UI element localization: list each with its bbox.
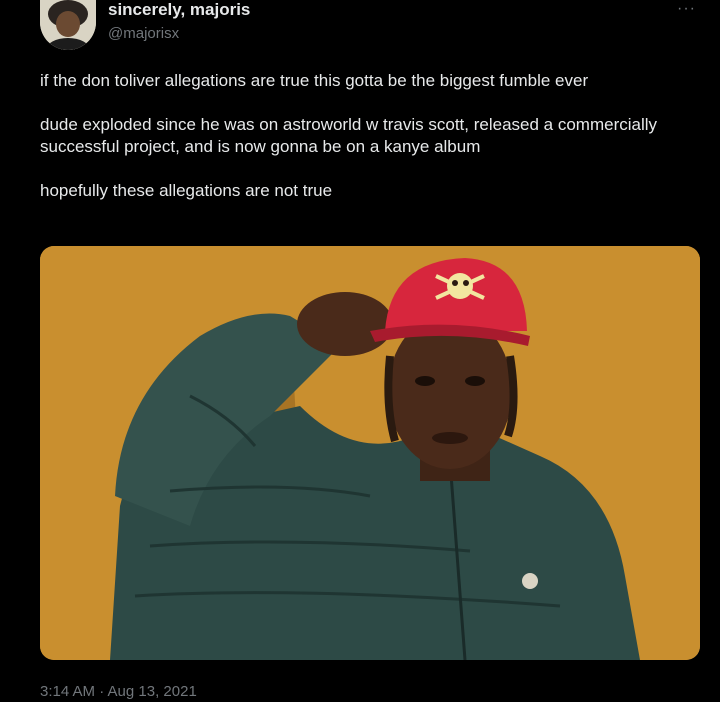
tweet-timestamp[interactable]: 3:14 AM · Aug 13, 2021 (40, 683, 197, 700)
author-handle[interactable]: @majorisx (108, 25, 179, 42)
author-display-name[interactable]: sincerely, majoris (108, 0, 250, 20)
photo-person-red-cap (40, 246, 700, 660)
cartoon-avatar-icon (40, 0, 96, 50)
avatar[interactable] (40, 0, 96, 50)
tweet-paragraph: dude exploded since he was on astroworld… (40, 115, 658, 156)
tweet-paragraph: hopefully these allegations are not true (40, 181, 333, 200)
tweet-paragraph: if the don toliver allegations are true … (40, 71, 589, 90)
more-options-icon[interactable]: ··· (677, 0, 696, 18)
tweet-photo[interactable] (40, 246, 700, 660)
tweet-text: if the don toliver allegations are true … (40, 70, 690, 224)
